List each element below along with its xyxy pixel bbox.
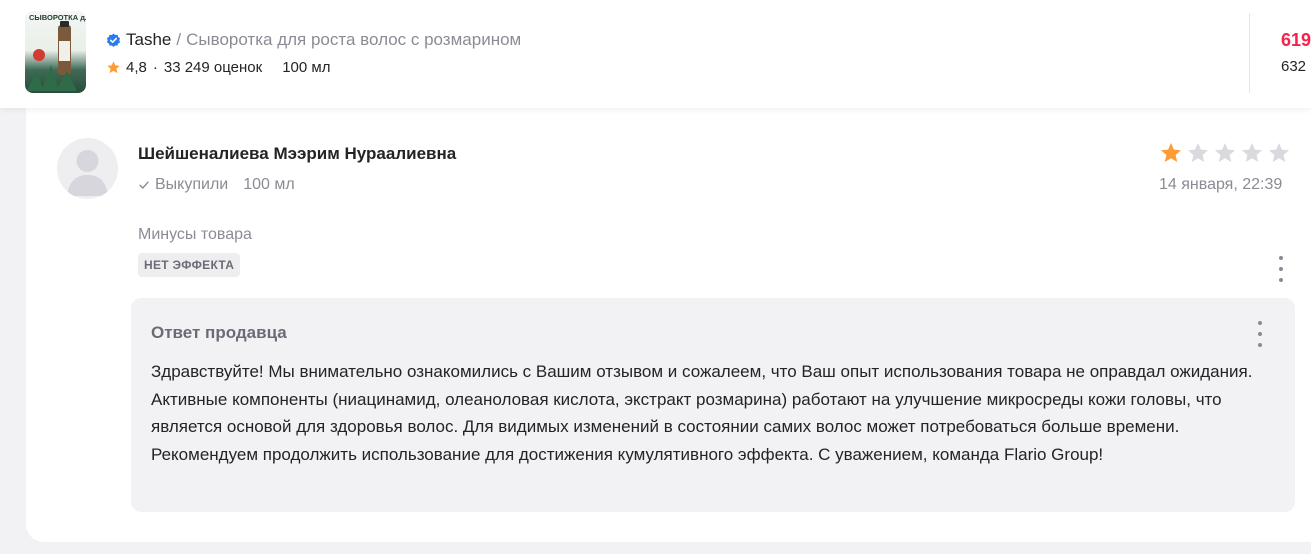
star-icon [1186,141,1210,165]
cons-tag: НЕТ ЭФФЕКТА [138,253,241,277]
verified-badge-icon [106,33,121,47]
cons-label: Минусы товара [138,226,252,243]
review-date: 14 января, 22:39 [1159,176,1283,193]
purchase-info: Выкупили 100 мл [138,176,295,194]
purchased-label: Выкупили [155,176,229,193]
seller-reply: Ответ продавца Здравствуйте! Мы внимател… [131,298,1295,512]
product-brand-line: Tashe / Сыворотка для роста волос с розм… [106,30,521,50]
seller-reply-title: Ответ продавца [151,323,287,342]
star-icon [1213,141,1237,165]
product-thumbnail[interactable]: СЫВОРОТКА для роста волос [25,11,86,93]
more-vertical-icon [1279,256,1283,260]
product-rating-line: 4,8 · 33 249 оценок 100 мл [106,59,330,76]
menu-dot [1279,267,1283,271]
price-old: 632 [1281,58,1307,75]
header-divider [1249,13,1250,93]
review-menu-button[interactable] [1275,256,1287,282]
more-vertical-icon [1258,321,1262,325]
product-rating-value: 4,8 [126,59,147,76]
seller-reply-menu-button[interactable] [1254,321,1266,347]
avatar [57,138,118,199]
title-separator: / [176,30,182,49]
product-image-icon: СЫВОРОТКА для роста волос [27,13,86,91]
rating-separator: · [152,59,158,76]
menu-dot [1258,332,1262,336]
product-header: СЫВОРОТКА для роста волос Tashe / Сыворо… [0,0,1311,108]
ratings-count-link[interactable]: 33 249 оценок [164,59,262,76]
star-icon [107,61,120,74]
purchased-volume: 100 мл [243,176,295,193]
star-icon [1240,141,1264,165]
user-placeholder-icon [67,150,108,196]
product-volume: 100 мл [282,59,331,76]
seller-reply-text: Здравствуйте! Мы внимательно ознакомилис… [151,362,1253,464]
price-current: 619 [1281,30,1311,50]
star-icon [1267,141,1291,165]
menu-dot [1279,278,1283,282]
reviewer-name: Шейшеналиева Мээрим Нураалиевна [138,144,457,163]
review-rating-stars [1159,141,1294,165]
menu-dot [1258,343,1262,347]
star-icon [1159,141,1183,165]
product-title[interactable]: Сыворотка для роста волос с розмарином [186,30,521,50]
thumbnail-label: СЫВОРОТКА для роста волос [29,13,86,22]
review-card: Шейшеналиева Мээрим Нураалиевна Выкупили… [26,108,1311,542]
brand-link[interactable]: Tashe [126,30,171,50]
check-icon [139,181,149,189]
